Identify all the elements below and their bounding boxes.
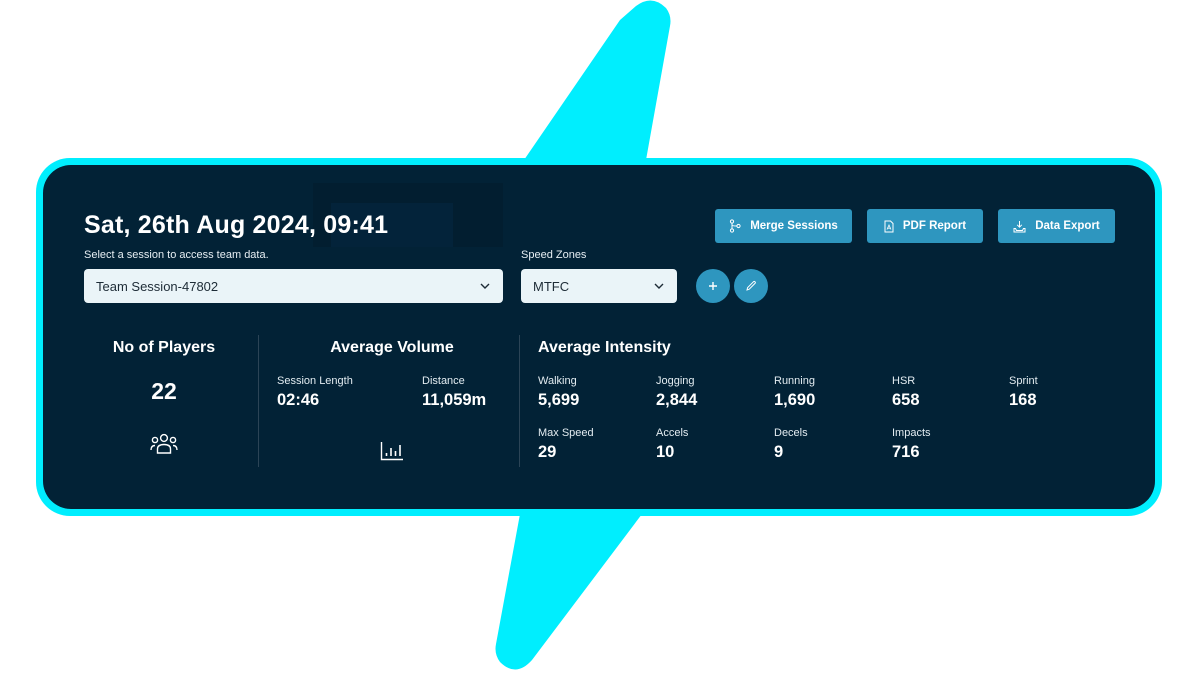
metric-label: HSR [892, 375, 916, 387]
merge-branch-icon [730, 219, 741, 233]
metric-value: 658 [892, 391, 920, 409]
metric-value: 2,844 [656, 391, 698, 409]
session-summary-card: Sat, 26th Aug 2024, 09:41 Select a sessi… [43, 165, 1155, 509]
metric-value: 29 [538, 443, 557, 461]
metric-value: 168 [1009, 391, 1037, 409]
metric-value: 5,699 [538, 391, 580, 409]
metric-value: 9 [774, 443, 784, 461]
pdf-report-label: PDF Report [902, 220, 967, 232]
merge-sessions-button[interactable]: Merge Sessions [715, 209, 852, 243]
users-group-icon [150, 433, 178, 454]
chevron-down-icon [479, 280, 491, 292]
bar-chart-icon [380, 442, 403, 461]
metric-label: Decels [774, 427, 808, 439]
download-tray-icon [1013, 220, 1026, 232]
metric-value: 11,059m [422, 391, 487, 409]
metric-distance: Distance 11,059m [422, 375, 486, 410]
metric-impacts: Impacts 716 [892, 427, 931, 462]
metric-label: Impacts [892, 427, 931, 439]
data-export-label: Data Export [1035, 220, 1100, 232]
volume-section-title: Average Volume [330, 339, 454, 356]
metric-accels: Accels 10 [656, 427, 688, 462]
metric-hsr: HSR 658 [892, 375, 920, 410]
metric-max-speed: Max Speed 29 [538, 427, 594, 462]
metric-running: Running 1,690 [774, 375, 815, 410]
section-divider [258, 335, 259, 467]
add-speed-zone-button[interactable] [696, 269, 730, 303]
metric-jogging: Jogging 2,844 [656, 375, 697, 410]
data-export-button[interactable]: Data Export [998, 209, 1115, 243]
session-select-hint: Select a session to access team data. [84, 249, 269, 261]
metric-value: 716 [892, 443, 920, 461]
metric-label: Running [774, 375, 815, 387]
metric-session-length: Session Length 02:46 [277, 375, 353, 410]
speed-zones-label: Speed Zones [521, 249, 587, 261]
merge-sessions-label: Merge Sessions [750, 220, 838, 232]
players-section-title: No of Players [112, 339, 216, 356]
session-select-value: Team Session-47802 [96, 278, 219, 294]
metric-decels: Decels 9 [774, 427, 808, 462]
metric-label: Max Speed [538, 427, 594, 439]
speed-zones-select[interactable]: MTFC [521, 269, 677, 303]
metric-walking: Walking 5,699 [538, 375, 579, 410]
metric-label: Sprint [1009, 375, 1038, 387]
speed-zones-value: MTFC [533, 278, 570, 294]
section-divider [519, 335, 520, 467]
chevron-down-icon [653, 280, 665, 292]
edit-speed-zone-button[interactable] [734, 269, 768, 303]
page-title: Sat, 26th Aug 2024, 09:41 [84, 211, 389, 239]
metric-value: 02:46 [277, 391, 320, 409]
pdf-report-button[interactable]: PDF Report [867, 209, 983, 243]
pdf-file-icon [884, 220, 894, 232]
session-select[interactable]: Team Session-47802 [84, 269, 503, 303]
intensity-section-title: Average Intensity [538, 339, 671, 356]
plus-icon [709, 282, 717, 290]
metric-label: Walking [538, 375, 577, 387]
metric-sprint: Sprint 168 [1009, 375, 1038, 410]
metric-value: 10 [656, 443, 675, 461]
metric-label: Jogging [656, 375, 695, 387]
metric-label: Session Length [277, 375, 353, 387]
metric-label: Accels [656, 427, 689, 439]
pencil-icon [746, 280, 756, 291]
players-count: 22 [151, 378, 177, 404]
metric-label: Distance [422, 375, 465, 387]
metric-value: 1,690 [774, 391, 816, 409]
